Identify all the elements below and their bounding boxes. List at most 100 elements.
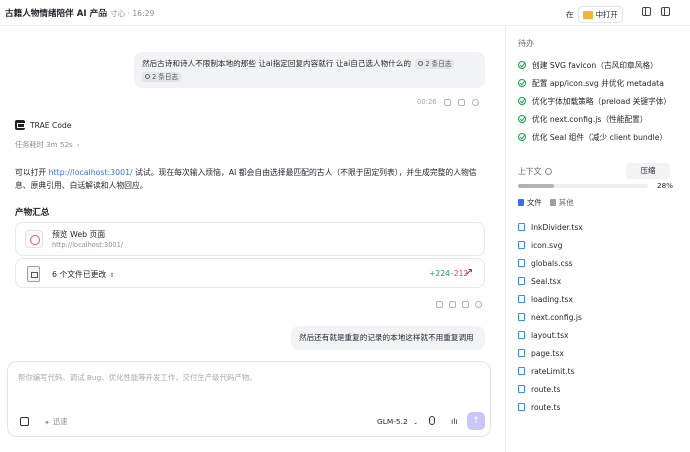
context-file-list: InkDivider.tsx icon.svg globals.css Seal… [518, 218, 583, 416]
chevron-down-icon: ⌄ [413, 419, 419, 426]
log-badge-label: 2 条日志 [152, 72, 179, 81]
file-name: Seal.tsx [531, 276, 562, 286]
check-circle-icon [518, 97, 526, 105]
context-tabs: 文件 其他 [518, 197, 574, 208]
project-title: 古籍人物情绪陪伴 AI 产品 [5, 9, 107, 19]
microphone-icon[interactable] [429, 416, 435, 425]
lines-added: +224 [429, 269, 450, 278]
file-icon [518, 366, 525, 376]
chat-input-placeholder[interactable]: 帮你编写代码、调试 Bug、优化性能等开发工作，交付生产级代码产物。 [18, 372, 257, 383]
compress-button[interactable]: 压缩 [626, 163, 670, 179]
duration-text: 任务耗时 3m 52s [15, 140, 73, 149]
preview-url: http://localhost:3001/ [52, 241, 124, 249]
files-changed-text: 6 个文件已更改 [52, 270, 107, 279]
open-external-icon[interactable]: ↗ [462, 266, 476, 280]
log-icon [418, 61, 424, 66]
voice-wave-icon[interactable]: ılı [451, 417, 458, 426]
file-item[interactable]: route.ts [518, 398, 583, 416]
products-title: 产物汇总 [15, 208, 50, 218]
log-badge[interactable]: 2 条日志 [415, 58, 455, 69]
localhost-link[interactable]: http://localhost:3001/ [49, 168, 133, 177]
file-name: next.config.js [531, 312, 582, 322]
todo-label: 优化 Seal 组件（减少 client bundle） [532, 132, 668, 142]
file-name: rateLimit.ts [531, 366, 575, 376]
file-item[interactable]: globals.css [518, 254, 583, 272]
pane-divider[interactable] [505, 26, 506, 452]
file-name: InkDivider.tsx [531, 222, 583, 232]
open-in-folder-button[interactable]: 中打开 [577, 6, 623, 23]
chat-input-box[interactable]: 帮你编写代码、调试 Bug、优化性能等开发工作，交付生产级代码产物。 ✦ 迅速 … [7, 361, 491, 437]
file-item[interactable]: page.tsx [518, 344, 583, 362]
log-badge[interactable]: 2 条日志 [142, 71, 182, 82]
check-circle-icon [518, 133, 526, 141]
context-usage-percent: 28% [657, 181, 673, 190]
preview-card[interactable]: 预览 Web 页面 http://localhost:3001/ [15, 222, 485, 256]
chevron-updown-icon: ⇕ [109, 272, 115, 279]
regenerate-icon[interactable] [475, 301, 482, 308]
file-item[interactable]: next.config.js [518, 308, 583, 326]
file-item[interactable]: InkDivider.tsx [518, 218, 583, 236]
project-meta-text: 寸心 · 16:29 [110, 9, 155, 18]
file-item[interactable]: layout.tsx [518, 326, 583, 344]
model-selector[interactable]: GLM-5.2 ⌄ [377, 417, 418, 426]
split-view-icon[interactable] [661, 7, 670, 16]
file-name: loading.tsx [531, 294, 573, 304]
file-item[interactable]: loading.tsx [518, 290, 583, 308]
panel-layout-icon[interactable] [642, 7, 651, 16]
file-item[interactable]: route.ts [518, 380, 583, 398]
check-circle-icon [518, 79, 526, 87]
check-circle-icon [518, 61, 526, 69]
trae-logo-icon [15, 120, 25, 130]
file-name: route.ts [531, 402, 561, 412]
file-icon [518, 348, 525, 358]
edit-icon[interactable] [457, 98, 465, 106]
send-button[interactable]: ↑ [467, 412, 485, 430]
folder-icon [582, 10, 593, 19]
todo-item: 优化 Seal 组件（减少 client bundle） [518, 128, 671, 146]
context-icon[interactable] [20, 417, 29, 426]
context-label-text: 上下文 [518, 167, 542, 176]
file-icon [518, 276, 525, 286]
answer-prefix: 可以打开 [15, 168, 49, 177]
log-icon [145, 74, 150, 79]
todo-label: 创建 SVG favicon（古风印章风格） [532, 60, 658, 70]
file-item[interactable]: rateLimit.ts [518, 362, 583, 380]
user-message-text: 然后还有就是重复的记录的本地这样就不用重复调用 [299, 333, 474, 342]
arrow-up-icon: ↑ [472, 416, 480, 426]
header-icons [642, 7, 670, 16]
thumbs-down-icon[interactable] [449, 301, 456, 308]
assistant-header: TRAE Code [15, 120, 71, 130]
file-diff-icon [27, 266, 40, 282]
file-name: layout.tsx [531, 330, 569, 340]
log-badge-label: 2 条日志 [425, 59, 452, 68]
tab-other-label: 其他 [558, 198, 574, 207]
file-name: globals.css [531, 258, 573, 268]
changed-files-card[interactable]: 6 个文件已更改 ⇕ +224 -212 ↗ [15, 258, 485, 288]
task-duration[interactable]: 任务耗时 3m 52s › [15, 140, 80, 150]
file-item[interactable]: Seal.tsx [518, 272, 583, 290]
tab-other[interactable]: 其他 [549, 197, 574, 208]
feedback-actions [436, 301, 482, 308]
tab-files-label: 文件 [527, 198, 542, 207]
thumbs-up-icon[interactable] [436, 301, 443, 308]
copy-icon[interactable] [443, 98, 451, 106]
copy-icon[interactable] [462, 301, 469, 308]
todo-item: 创建 SVG favicon（古风印章风格） [518, 56, 671, 74]
undo-icon[interactable] [471, 98, 479, 106]
chevron-right-icon: › [77, 142, 80, 149]
file-icon [518, 294, 525, 304]
file-icon [518, 330, 525, 340]
context-usage-bar [518, 184, 648, 188]
top-bar: 古籍人物情绪陪伴 AI 产品 寸心 · 16:29 在 中打开 [0, 0, 690, 26]
preview-title: 预览 Web 页面 [52, 230, 106, 239]
speed-mode-toggle[interactable]: ✦ 迅速 [44, 417, 67, 427]
file-item[interactable]: icon.svg [518, 236, 583, 254]
open-in-area: 在 中打开 [566, 6, 623, 23]
file-icon [518, 402, 525, 412]
open-in-prefix: 在 [566, 10, 574, 19]
todo-label: 优化 next.config.js（性能配置） [532, 114, 648, 124]
project-meta: 寸心 · 16:29 [99, 8, 154, 19]
todo-item: 优化字体加载策略（preload 关键字体） [518, 92, 671, 110]
info-icon[interactable] [545, 168, 553, 175]
tab-files[interactable]: 文件 [518, 197, 542, 208]
